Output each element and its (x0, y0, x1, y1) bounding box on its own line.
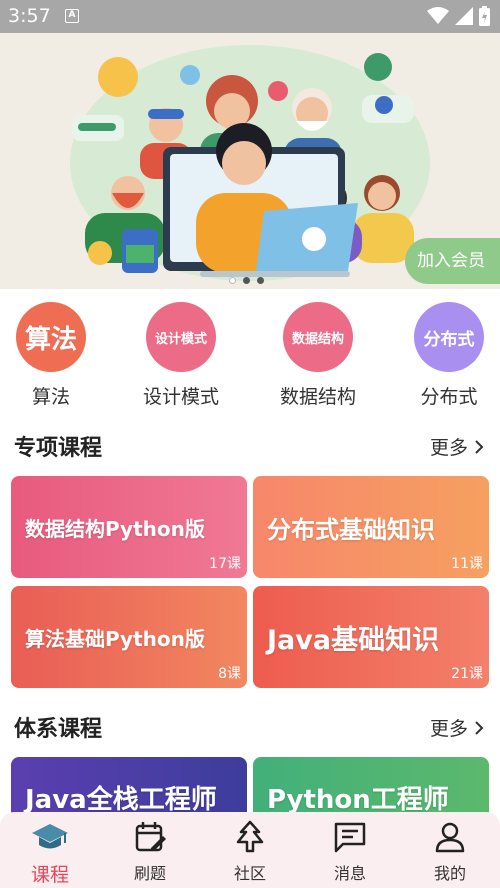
distributed-icon: 分布式 (414, 302, 484, 372)
system-more-link[interactable]: 更多 (430, 714, 484, 741)
system-courses-title: 体系课程 (14, 717, 103, 742)
signal-icon (455, 7, 473, 25)
category-label: 算法 (31, 386, 70, 408)
category-distributed[interactable]: 分布式 分布式 (394, 302, 500, 409)
course-count: 11课 (451, 556, 483, 572)
status-bar: 3:57 A (0, 0, 500, 33)
special-more-link[interactable]: 更多 (430, 433, 484, 460)
course-title: Python工程师 (267, 785, 449, 815)
nav-community[interactable]: 社区 (200, 812, 300, 888)
category-data-structures[interactable]: 数据结构 数据结构 (263, 302, 373, 409)
category-algorithm[interactable]: 算法 算法 (0, 302, 106, 409)
promo-banner[interactable]: 加入会员 (0, 33, 500, 289)
category-design-patterns[interactable]: 设计模式 设计模式 (126, 302, 236, 409)
nav-practice[interactable]: 刷题 (100, 812, 200, 888)
course-card-algorithm[interactable]: 算法基础Python版 8课 (11, 586, 247, 688)
pagination-dot-3[interactable] (257, 277, 264, 284)
course-card-java[interactable]: Java基础知识 21课 (253, 586, 489, 688)
edit-calendar-icon (135, 822, 166, 852)
join-membership-button[interactable]: 加入会员 (405, 238, 500, 284)
chevron-right-icon (475, 720, 484, 735)
course-title: 算法基础Python版 (25, 626, 205, 651)
person-icon (435, 822, 465, 853)
nav-label: 消息 (333, 864, 366, 883)
category-label: 分布式 (420, 386, 478, 408)
more-label: 更多 (429, 718, 468, 740)
banner-pagination (229, 277, 264, 284)
data-structures-icon: 数据结构 (283, 302, 353, 372)
nav-label: 我的 (433, 864, 466, 883)
algorithm-icon: 算法 (16, 302, 86, 372)
design-patterns-icon: 设计模式 (146, 302, 216, 372)
category-label: 设计模式 (142, 386, 219, 408)
course-title: Java基础知识 (267, 624, 440, 656)
tree-icon (236, 820, 264, 853)
graduation-cap-icon (32, 824, 68, 849)
notification-a-icon: A (65, 9, 79, 23)
nav-profile[interactable]: 我的 (400, 812, 500, 888)
status-time: 3:57 (8, 5, 51, 27)
nav-label: 社区 (233, 864, 266, 883)
course-title: Java全栈工程师 (25, 785, 217, 815)
course-card-distributed[interactable]: 分布式基础知识 11课 (253, 476, 489, 578)
course-card-data-structures[interactable]: 数据结构Python版 17课 (11, 476, 247, 578)
more-label: 更多 (429, 437, 468, 459)
course-count: 8课 (218, 666, 241, 682)
course-count: 17课 (209, 556, 241, 572)
course-title: 分布式基础知识 (267, 515, 435, 544)
category-label: 数据结构 (279, 386, 356, 408)
message-icon (334, 822, 366, 853)
course-count: 21课 (451, 666, 483, 682)
wifi-icon (427, 7, 449, 24)
nav-courses[interactable]: 课程 (0, 812, 100, 888)
status-icons (427, 6, 490, 26)
chevron-right-icon (475, 439, 484, 454)
pagination-dot-1[interactable] (229, 277, 236, 284)
bottom-navigation: 课程 刷题 社区 消息 我的 (0, 812, 500, 888)
course-title: 数据结构Python版 (25, 516, 205, 541)
special-courses-title: 专项课程 (14, 436, 103, 461)
pagination-dot-2[interactable] (243, 277, 250, 284)
nav-messages[interactable]: 消息 (300, 812, 400, 888)
nav-label: 课程 (30, 864, 69, 886)
battery-icon (479, 6, 490, 26)
nav-label: 刷题 (133, 864, 166, 883)
